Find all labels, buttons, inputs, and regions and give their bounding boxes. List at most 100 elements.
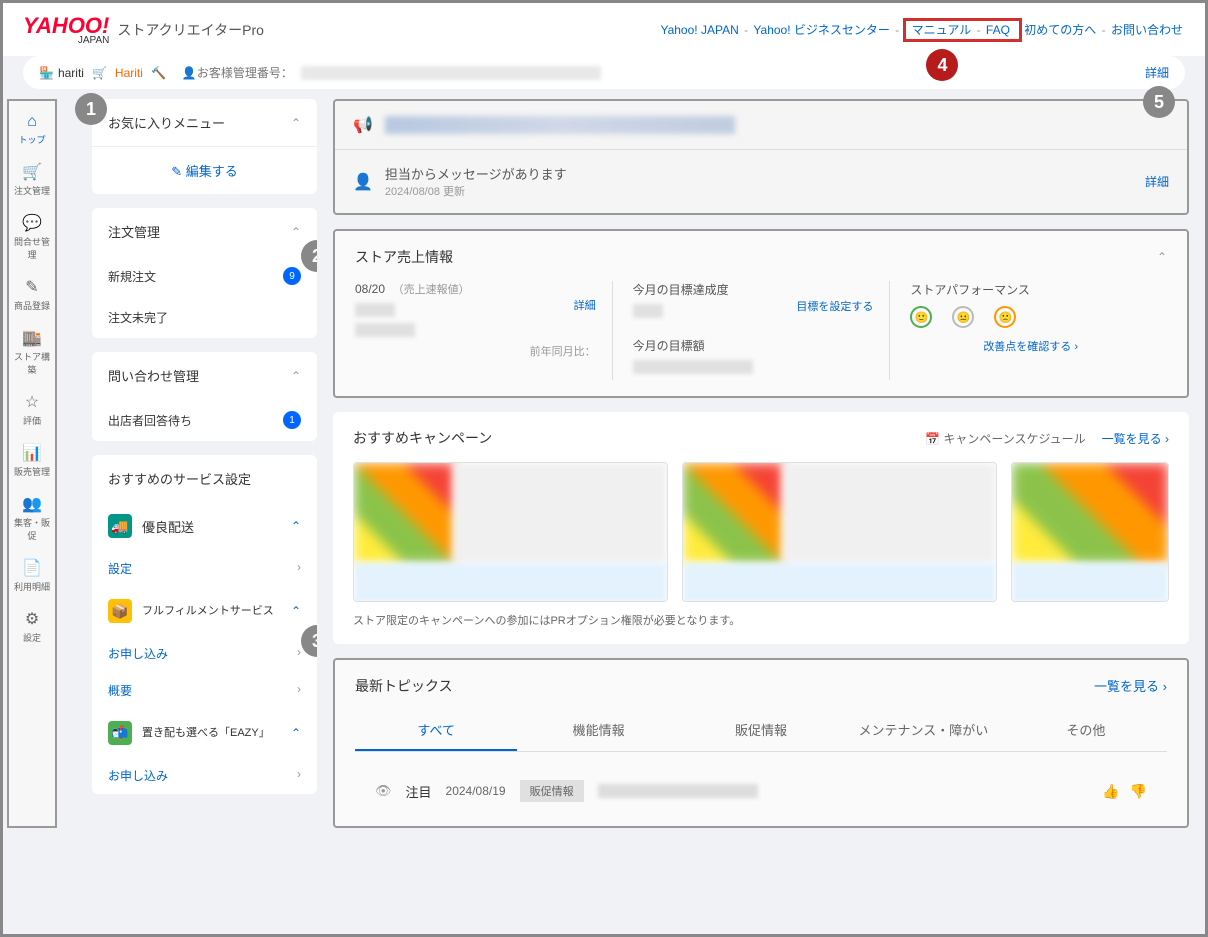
nav-store-build[interactable]: 🏬ストア構築	[9, 320, 55, 384]
nav-rating[interactable]: ☆評価	[9, 384, 55, 435]
nav-settings[interactable]: ⚙設定	[9, 601, 55, 652]
service-fulfillment[interactable]: 📦フルフィルメントサービス⌃	[92, 587, 317, 635]
cart-icon: 🛒	[92, 66, 107, 80]
nav-marketing[interactable]: 👥集客・販促	[9, 486, 55, 550]
chevron-up-icon: ⌃	[291, 604, 301, 618]
face-neutral-icon: 😐	[952, 306, 974, 328]
service-fulfillment-overview[interactable]: 概要›	[92, 672, 317, 709]
chevron-up-icon: ⌃	[291, 726, 301, 740]
service-eazy[interactable]: 📬置き配も選べる「EAZY」⌃	[92, 709, 317, 757]
customer-label: お客様管理番号：	[197, 64, 293, 81]
tab-promo[interactable]: 販促情報	[680, 710, 842, 751]
service-eazy-apply[interactable]: お申し込み›	[92, 757, 317, 794]
chevron-up-icon: ⌃	[291, 225, 301, 239]
sales-title: ストア売上情報	[355, 247, 453, 267]
badge-count: 9	[283, 267, 301, 285]
tab-other[interactable]: その他	[1005, 710, 1167, 751]
detail-button[interactable]: 詳細	[1145, 64, 1169, 81]
attention-label: 注目	[406, 782, 432, 801]
main-content: 📢 👤 担当からメッセージがあります 2024/08/08 更新 詳細 ストア売…	[333, 99, 1189, 828]
face-good-icon: 🙂	[910, 306, 932, 328]
eye-icon: 👁	[375, 783, 392, 799]
campaign-note: ストア限定のキャンペーンへの参加にはPRオプション権限が必要となります。	[353, 612, 1169, 628]
product-name: ストアクリエイターPro	[117, 20, 264, 40]
pencil-icon: ✎	[171, 164, 186, 179]
tab-feature[interactable]: 機能情報	[517, 710, 679, 751]
nav-usage[interactable]: 📄利用明細	[9, 550, 55, 601]
link-contact[interactable]: お問い合わせ	[1111, 23, 1183, 37]
topic-row[interactable]: 👁 注目 2024/08/19 販促情報 👍 👎	[355, 772, 1167, 810]
campaign-title: おすすめキャンペーン	[353, 428, 492, 448]
link-faq[interactable]: FAQ	[986, 23, 1010, 37]
campaign-card[interactable]	[682, 462, 997, 602]
face-bad-icon: 🙁	[994, 306, 1016, 328]
campaign-box: おすすめキャンペーン 📅 キャンペーンスケジュール 一覧を見る › ストア限定の…	[333, 412, 1189, 644]
user-icon: 👤	[182, 66, 197, 80]
icon-sidebar: ⌂トップ 🛒注文管理 💬問合せ管理 ✎商品登録 🏬ストア構築 ☆評価 📊販売管理…	[7, 99, 57, 828]
link-manual[interactable]: マニュアル	[912, 23, 972, 37]
sales-date: 08/20	[355, 282, 385, 296]
topics-all-link[interactable]: 一覧を見る ›	[1094, 676, 1167, 696]
service-delivery[interactable]: 🚚優良配送⌃	[92, 502, 317, 550]
nav-inquiry[interactable]: 💬問合せ管理	[9, 205, 55, 269]
topic-tag: 販促情報	[520, 780, 584, 802]
favorite-menu-header[interactable]: お気に入りメニュー⌃	[92, 99, 317, 146]
nav-product[interactable]: ✎商品登録	[9, 269, 55, 320]
truck-icon: 🚚	[108, 514, 132, 538]
service-fulfillment-apply[interactable]: お申し込み›	[92, 635, 317, 672]
campaign-card[interactable]	[353, 462, 668, 602]
incomplete-orders-item[interactable]: 注文未完了	[92, 297, 317, 338]
link-first-time[interactable]: 初めての方へ	[1024, 23, 1096, 37]
side-panel: お気に入りメニュー⌃ ✎ 編集する 2 注文管理⌃ 新規注文9 注文未完了 問い…	[92, 99, 317, 828]
awaiting-reply-item[interactable]: 出店者回答待ち1	[92, 399, 317, 441]
edit-favorite-link[interactable]: ✎ 編集する	[92, 146, 317, 194]
gavel-icon[interactable]: 🔨	[151, 66, 166, 80]
nav-top[interactable]: ⌂トップ	[9, 105, 55, 154]
calendar-icon: 📅	[925, 432, 943, 446]
customer-number-blurred	[301, 66, 601, 80]
nav-sales[interactable]: 📊販売管理	[9, 435, 55, 486]
nav-orders[interactable]: 🛒注文管理	[9, 154, 55, 205]
new-orders-item[interactable]: 新規注文9	[92, 255, 317, 297]
topic-tabs: すべて 機能情報 販促情報 メンテナンス・障がい その他	[355, 710, 1167, 752]
sales-detail-link[interactable]: 詳細	[574, 297, 596, 313]
service-delivery-setting[interactable]: 設定›	[92, 550, 317, 587]
topic-title-blurred	[598, 784, 758, 798]
package-icon: 📬	[108, 721, 132, 745]
box-icon: 📦	[108, 599, 132, 623]
campaign-card[interactable]	[1011, 462, 1169, 602]
campaign-schedule-link[interactable]: 📅 キャンペーンスケジュール	[925, 430, 1086, 447]
thumbs-up-icon[interactable]: 👍	[1102, 783, 1119, 800]
tab-all[interactable]: すべて	[355, 710, 517, 751]
logo[interactable]: YAHOO! JAPAN	[23, 13, 109, 46]
thumbs-down-icon[interactable]: 👎	[1130, 783, 1147, 800]
campaign-all-link[interactable]: 一覧を見る ›	[1102, 430, 1169, 447]
chevron-up-icon: ⌃	[291, 369, 301, 383]
header: YAHOO! JAPAN ストアクリエイターPro Yahoo! JAPAN -…	[3, 3, 1205, 56]
chevron-up-icon: ⌃	[291, 519, 301, 533]
improve-link[interactable]: 改善点を確認する ›	[910, 338, 1151, 354]
chevron-up-icon: ⌃	[291, 116, 301, 130]
services-header[interactable]: おすすめのサービス設定	[92, 455, 317, 502]
topic-date: 2024/08/19	[446, 784, 506, 798]
marker-5: 5	[1143, 86, 1175, 118]
store-name-2[interactable]: Hariti	[115, 66, 143, 80]
sales-box: ストア売上情報 ⌃ 08/20 （売上速報値） 詳細 前年同月比： 今月の目標達…	[333, 229, 1189, 398]
message-title: 担当からメッセージがあります	[385, 164, 567, 183]
inquiry-header[interactable]: 問い合わせ管理⌃	[92, 352, 317, 399]
orders-header[interactable]: 注文管理⌃	[92, 208, 317, 255]
topics-title: 最新トピックス	[355, 676, 453, 696]
tab-maintenance[interactable]: メンテナンス・障がい	[842, 710, 1004, 751]
set-goal-link[interactable]: 目標を設定する	[796, 298, 873, 314]
notice-detail-link[interactable]: 詳細	[1145, 173, 1169, 190]
link-business-center[interactable]: Yahoo! ビジネスセンター	[753, 23, 889, 37]
message-date: 2024/08/08 更新	[385, 183, 567, 199]
link-yahoo-japan[interactable]: Yahoo! JAPAN	[660, 23, 738, 37]
top-links: Yahoo! JAPAN - Yahoo! ビジネスセンター - マニュアル -…	[658, 21, 1185, 38]
badge-count: 1	[283, 411, 301, 429]
store-icon: 🏪	[39, 66, 54, 80]
notice-box: 📢 👤 担当からメッセージがあります 2024/08/08 更新 詳細	[333, 99, 1189, 215]
notice-blurred	[385, 116, 735, 134]
store-name-1[interactable]: hariti	[58, 66, 84, 80]
chevron-up-icon[interactable]: ⌃	[1157, 250, 1167, 264]
